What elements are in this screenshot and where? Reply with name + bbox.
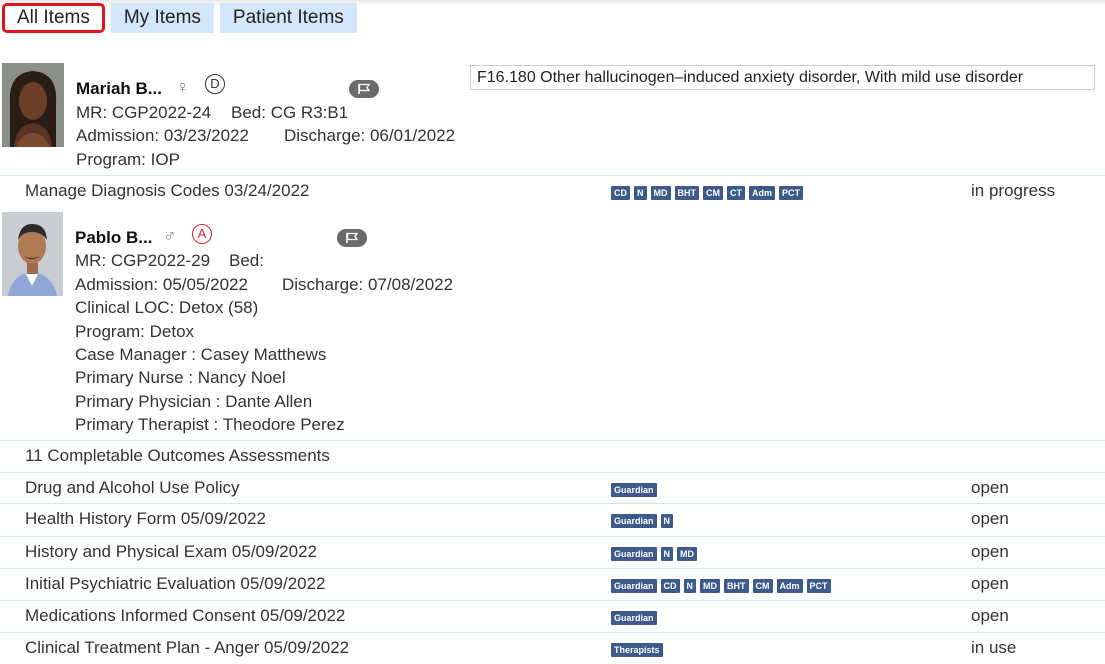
role-tag: Guardian bbox=[611, 514, 657, 528]
role-tag: MD bbox=[650, 186, 671, 200]
task-status: open bbox=[971, 478, 1009, 497]
task-title[interactable]: Medications Informed Consent 05/09/2022 bbox=[25, 606, 345, 626]
discharge-date: Discharge: 06/01/2022 bbox=[284, 126, 456, 145]
bed-label: Bed: CG R3:B1 bbox=[231, 103, 349, 122]
task-title[interactable]: History and Physical Exam 05/09/2022 bbox=[25, 542, 317, 562]
role-tag: PCT bbox=[806, 579, 831, 593]
role-tag: N bbox=[660, 547, 674, 561]
tab-my-items[interactable]: My Items bbox=[110, 3, 214, 33]
item-tabs: All Items My Items Patient Items bbox=[2, 3, 357, 33]
male-symbol-icon: ♂ bbox=[163, 226, 177, 246]
task-status: in use bbox=[971, 638, 1017, 657]
admission-date: Admission: 03/23/2022 bbox=[76, 126, 249, 145]
mr-number: MR: CGP2022-24 bbox=[76, 103, 212, 122]
role-tags: Guardian bbox=[611, 483, 657, 497]
patient-name-mariah[interactable]: Mariah B... bbox=[76, 79, 162, 99]
role-tag: CD bbox=[660, 579, 680, 593]
role-tag: MD bbox=[677, 547, 698, 561]
task-row[interactable]: Medications Informed Consent 05/09/2022 G… bbox=[0, 600, 1105, 632]
tab-all-items[interactable]: All Items bbox=[2, 3, 105, 33]
task-status: in progress bbox=[971, 181, 1056, 200]
mr-number: MR: CGP2022-29 bbox=[75, 251, 211, 270]
task-title[interactable]: Drug and Alcohol Use Policy bbox=[25, 478, 240, 498]
role-tag: Guardian bbox=[611, 611, 657, 625]
role-tag: N bbox=[683, 579, 697, 593]
flag-button-mariah[interactable] bbox=[349, 80, 379, 98]
clinical-loc: Clinical LOC: Detox (58) bbox=[75, 298, 259, 317]
role-tag: Guardian bbox=[611, 579, 657, 593]
flag-icon bbox=[346, 232, 359, 243]
role-tag: Adm bbox=[749, 186, 775, 200]
role-tag: PCT bbox=[779, 186, 803, 200]
role-tag: BHT bbox=[724, 579, 749, 593]
task-title[interactable]: Health History Form 05/09/2022 bbox=[25, 509, 266, 529]
role-tag: CD bbox=[611, 186, 630, 200]
task-title[interactable]: Clinical Treatment Plan - Anger 05/09/20… bbox=[25, 638, 349, 658]
role-tag: N bbox=[634, 186, 647, 200]
role-tags: Guardian bbox=[611, 611, 657, 625]
task-status: open bbox=[971, 542, 1009, 561]
task-row[interactable]: History and Physical Exam 05/09/2022 Guar… bbox=[0, 536, 1105, 568]
status-badge-d: D bbox=[205, 74, 225, 94]
task-row[interactable]: Manage Diagnosis Codes 03/24/2022 CD N MD BH… bbox=[0, 175, 1105, 207]
program: Program: Detox bbox=[75, 322, 195, 341]
role-tag: Guardian bbox=[611, 547, 657, 561]
task-title[interactable]: 11 Completable Outcomes Assessments bbox=[25, 446, 330, 466]
role-tags: Guardian N bbox=[611, 514, 674, 528]
program: Program: IOP bbox=[76, 150, 180, 169]
role-tag: Adm bbox=[776, 579, 803, 593]
role-tag: MD bbox=[700, 579, 721, 593]
primary-therapist: Primary Therapist : Theodore Perez bbox=[75, 415, 345, 434]
role-tag: BHT bbox=[674, 186, 699, 200]
flag-icon bbox=[358, 83, 371, 94]
tab-patient-items[interactable]: Patient Items bbox=[219, 3, 357, 33]
role-tag: CM bbox=[752, 579, 773, 593]
diagnosis-box: F16.180 Other hallucinogen–induced anxie… bbox=[470, 65, 1095, 90]
task-row[interactable]: Initial Psychiatric Evaluation 05/09/202… bbox=[0, 568, 1105, 600]
task-status: open bbox=[971, 509, 1009, 528]
flag-button-pablo[interactable] bbox=[337, 229, 367, 247]
task-row[interactable]: Drug and Alcohol Use Policy Guardian open bbox=[0, 472, 1105, 504]
task-status: open bbox=[971, 606, 1009, 625]
task-title[interactable]: Manage Diagnosis Codes 03/24/2022 bbox=[25, 181, 309, 201]
admission-date: Admission: 05/05/2022 bbox=[75, 275, 248, 294]
task-row[interactable]: Clinical Treatment Plan - Anger 05/09/20… bbox=[0, 632, 1105, 664]
task-title[interactable]: Initial Psychiatric Evaluation 05/09/202… bbox=[25, 574, 326, 594]
patient-photo-mariah[interactable] bbox=[2, 63, 64, 147]
role-tag: CT bbox=[727, 186, 745, 200]
case-manager: Case Manager : Casey Matthews bbox=[75, 345, 327, 364]
patient-name-pablo[interactable]: Pablo B... bbox=[75, 228, 152, 248]
role-tag: Guardian bbox=[611, 483, 657, 497]
status-badge-a: A bbox=[192, 224, 212, 244]
role-tags: Therapists bbox=[611, 643, 663, 657]
role-tag: N bbox=[660, 514, 674, 528]
primary-physician: Primary Physician : Dante Allen bbox=[75, 392, 313, 411]
task-row[interactable]: 11 Completable Outcomes Assessments bbox=[0, 440, 1105, 472]
discharge-date: Discharge: 07/08/2022 bbox=[282, 275, 454, 294]
task-status: open bbox=[971, 574, 1009, 593]
role-tag: CM bbox=[703, 186, 723, 200]
role-tags: Guardian CD N MD BHT CM Adm PCT bbox=[611, 579, 831, 593]
female-symbol-icon: ♀ bbox=[176, 77, 190, 97]
role-tags: CD N MD BHT CM CT Adm PCT bbox=[611, 186, 803, 200]
role-tag: Therapists bbox=[611, 643, 663, 657]
task-row[interactable]: Health History Form 05/09/2022 Guardian No… bbox=[0, 503, 1105, 535]
primary-nurse: Primary Nurse : Nancy Noel bbox=[75, 368, 286, 387]
bed-label: Bed: bbox=[229, 251, 264, 270]
role-tags: Guardian N MD bbox=[611, 547, 698, 561]
patient-photo-pablo[interactable] bbox=[2, 212, 63, 296]
